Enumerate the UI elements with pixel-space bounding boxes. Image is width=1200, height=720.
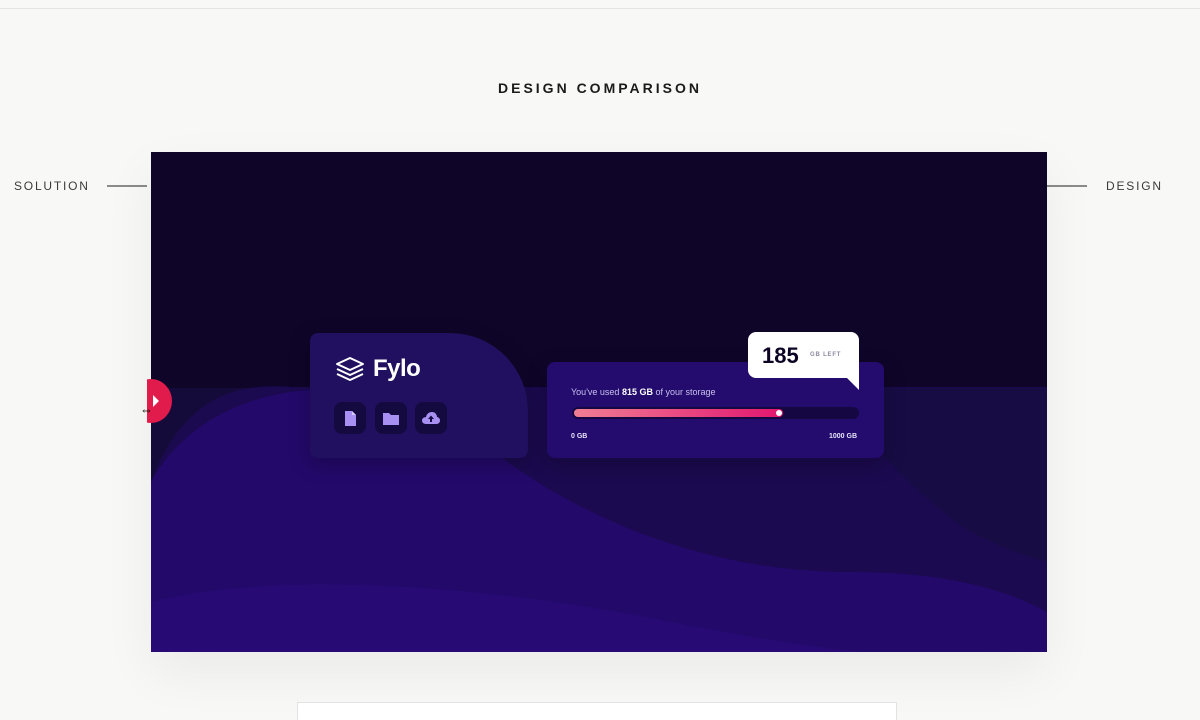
scale-min-label: 0 GB [571, 433, 588, 440]
storage-left-unit: GB LEFT [810, 352, 842, 358]
resize-cursor-icon: ⇔ [140, 402, 153, 417]
bottom-panel [297, 702, 897, 720]
comparison-preview[interactable]: Fylo You've used 815 GB of your storage [151, 152, 1047, 652]
page-title: DESIGN COMPARISON [498, 80, 702, 96]
fylo-logo: Fylo [335, 355, 421, 383]
design-label: DESIGN [1106, 179, 1163, 193]
upload-icon [422, 411, 440, 424]
top-divider [0, 8, 1200, 9]
callout-tail [847, 378, 859, 390]
storage-bar-fill [574, 409, 783, 417]
scale-max-label: 1000 GB [829, 433, 858, 440]
used-amount: 815 GB [621, 387, 653, 397]
solution-label: SOLUTION [14, 179, 90, 193]
stack-icon [336, 357, 364, 381]
upload-button[interactable] [415, 402, 447, 434]
folder-icon [383, 412, 399, 425]
document-icon [345, 410, 356, 426]
logo-text: Fylo [373, 355, 421, 382]
design-label-line [1047, 185, 1087, 187]
usage-text: You've used 815 GB of your storage [571, 387, 716, 397]
storage-left-number: 185 [762, 343, 799, 368]
folder-button[interactable] [375, 402, 407, 434]
storage-bar [572, 407, 859, 419]
document-button[interactable] [334, 402, 366, 434]
logo-card: Fylo [310, 333, 528, 458]
storage-bar-knob [776, 410, 782, 416]
storage-left-callout: 185 GB LEFT [748, 332, 859, 390]
solution-label-line [107, 185, 147, 187]
slider-arrow-icon [153, 395, 159, 407]
